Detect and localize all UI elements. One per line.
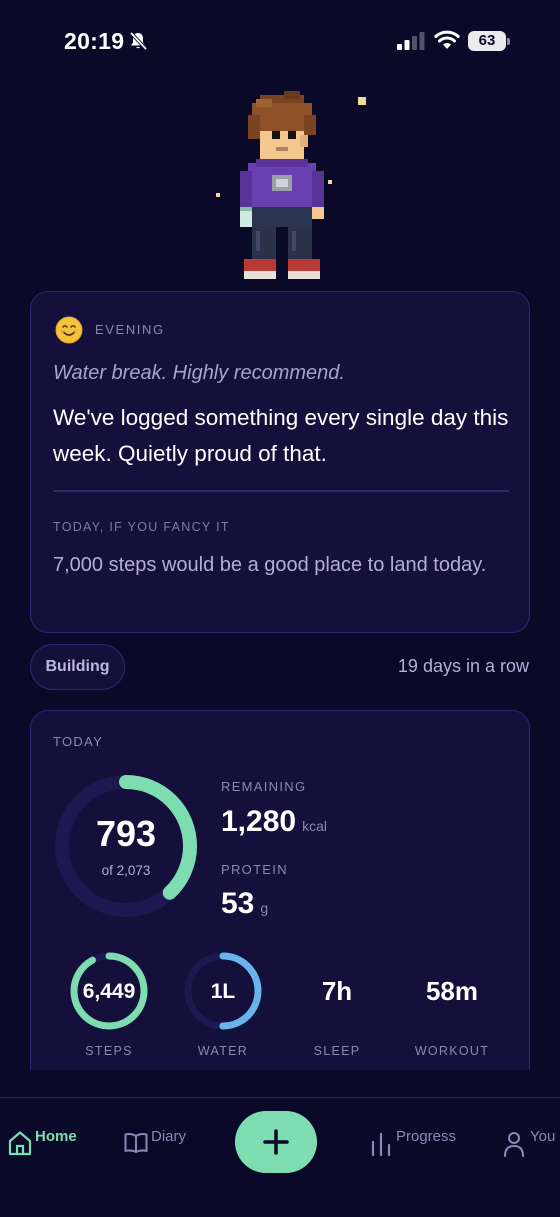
streak-badge[interactable]: Building <box>30 644 125 690</box>
suggestion-text: 7,000 steps would be a good place to lan… <box>53 554 487 576</box>
signal-icon <box>397 32 425 50</box>
tip-text: Water break. Highly recommend. <box>53 362 345 384</box>
plus-icon <box>263 1129 289 1155</box>
nav-you[interactable]: You <box>503 1128 560 1158</box>
sparkle <box>328 180 332 184</box>
today-label: TODAY <box>53 734 104 749</box>
bar-chart-icon <box>371 1132 391 1156</box>
sleep-label: SLEEP <box>313 1044 361 1058</box>
nav-home[interactable]: Home <box>8 1128 80 1158</box>
workout-value: 58m <box>425 976 479 1006</box>
calorie-goal: of 2,073 <box>101 863 151 878</box>
water-label: WATER <box>197 1044 249 1058</box>
steps-value: 6,449 <box>82 980 136 1003</box>
suggestion-label: TODAY, IF YOU FANCY IT <box>53 520 230 534</box>
nav-progress[interactable]: Progress <box>370 1128 470 1158</box>
status-bar: 20:19 63 <box>0 0 560 84</box>
nav-diary[interactable]: Diary <box>124 1128 194 1158</box>
nav-progress-label: Progress <box>396 1128 457 1145</box>
sparkle <box>216 193 220 197</box>
nav-you-label: You <box>530 1128 556 1145</box>
message-card: EVENING Water break. Highly recommend. W… <box>30 291 530 633</box>
sleep-value: 7h <box>321 976 353 1006</box>
streak-count: 19 days in a row <box>397 656 529 676</box>
status-time: 20:19 <box>64 28 125 54</box>
workout-label: WORKOUT <box>414 1044 490 1058</box>
smiling-face-icon <box>55 316 83 344</box>
protein-number: 53 <box>221 887 255 920</box>
battery-icon: 63 <box>468 31 510 51</box>
book-icon <box>124 1133 148 1153</box>
pixel-avatar[interactable] <box>236 90 328 280</box>
coach-message: We've logged something every single day … <box>53 405 509 466</box>
nav-home-label: Home <box>35 1128 77 1145</box>
remaining-value: 1,280 kcal <box>221 805 327 839</box>
divider <box>53 490 509 492</box>
person-icon <box>503 1131 525 1157</box>
steps-label: STEPS <box>85 1044 133 1058</box>
remaining-label: REMAINING <box>221 779 307 794</box>
sparkle <box>358 97 366 105</box>
today-card[interactable]: TODAY 793 of 2,073 REMAINING 1,280 kcal P… <box>30 710 530 1070</box>
protein-label: PROTEIN <box>221 862 288 877</box>
time-of-day-label: EVENING <box>95 322 165 337</box>
calories-eaten: 793 <box>95 813 157 854</box>
wifi-icon <box>434 30 460 49</box>
add-entry-button[interactable] <box>235 1111 317 1173</box>
bell-slash-icon <box>129 31 148 51</box>
protein-value: 53 g <box>221 887 268 921</box>
bottom-nav: Home Diary Progress You <box>0 1097 560 1217</box>
remaining-number: 1,280 <box>221 805 297 838</box>
battery-level: 63 <box>468 31 506 51</box>
water-value: 1L <box>210 980 236 1003</box>
protein-unit: g <box>260 900 269 916</box>
remaining-unit: kcal <box>302 818 327 834</box>
nav-diary-label: Diary <box>151 1128 187 1145</box>
home-icon <box>8 1131 32 1156</box>
